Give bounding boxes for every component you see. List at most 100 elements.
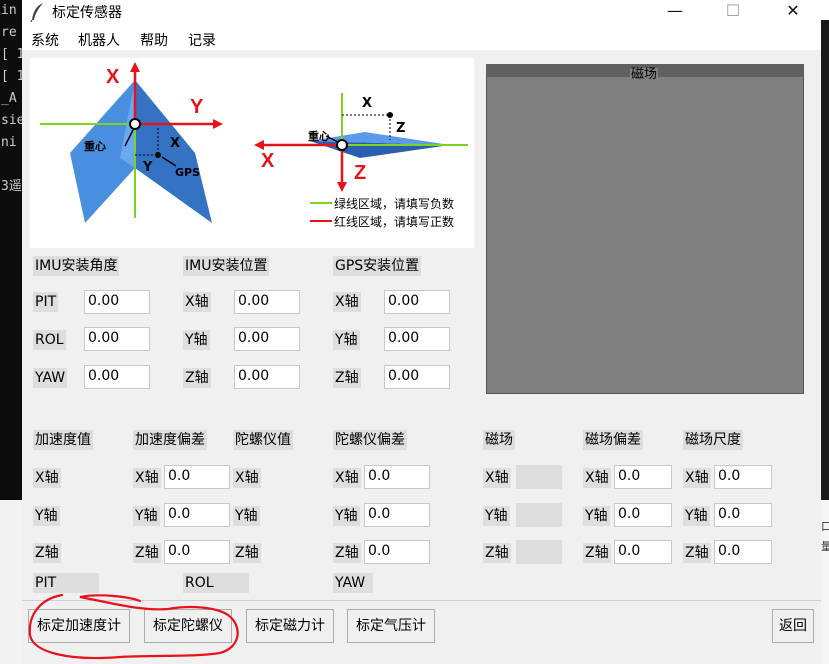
gyro-value-label-z: Z轴: [233, 543, 261, 563]
imu-position-header: IMU安装位置: [183, 256, 270, 276]
mag-value-x-readout: [516, 465, 562, 489]
mag-bias-label-y: Y轴: [583, 506, 610, 526]
mag-scale-x-input[interactable]: 0.0: [714, 465, 772, 489]
mag-bias-z-input[interactable]: 0.0: [614, 540, 672, 564]
legend-green-text: 绿线区域，请填写负数: [334, 197, 455, 211]
terminal-line: [ 19: [1, 69, 22, 84]
gps-position-header: GPS安装位置: [333, 256, 422, 276]
terminal-line: re: [1, 25, 17, 40]
calibrate-magnetometer-button[interactable]: 标定磁力计: [246, 609, 334, 643]
magnetic-field-panel-title: 磁场: [630, 67, 659, 82]
mag-scale-label-x: X轴: [683, 468, 711, 488]
menu-help[interactable]: 帮助: [140, 30, 168, 50]
gps-position-z-input[interactable]: 0.00: [384, 365, 450, 389]
accel-bias-label-y: Y轴: [133, 506, 160, 526]
accel-value-header: 加速度值: [33, 430, 93, 450]
minimize-button[interactable]: —: [652, 0, 698, 24]
imu-angle-rol-input[interactable]: 0.00: [84, 327, 150, 351]
gyro-bias-y-input[interactable]: 0.0: [364, 503, 430, 527]
terminal-line: ni: [1, 135, 17, 150]
accel-bias-x-input[interactable]: 0.0: [164, 465, 230, 489]
imu-position-x-input[interactable]: 0.00: [234, 290, 300, 314]
imu-position-label-z: Z轴: [183, 368, 211, 388]
menu-robot[interactable]: 机器人: [78, 30, 120, 50]
terminal-line: 3遥: [1, 179, 22, 194]
red-annotation-scribble: [28, 593, 239, 660]
calibrate-barometer-button[interactable]: 标定气压计: [347, 609, 435, 643]
window-title: 标定传感器: [52, 5, 122, 21]
mag-scale-z-input[interactable]: 0.0: [714, 540, 772, 564]
background-window-right: 口 量: [821, 500, 829, 664]
axis-z-label: Z: [354, 162, 367, 184]
mag-value-label-x: X轴: [483, 468, 511, 488]
gyro-value-label-x: X轴: [233, 468, 261, 488]
terminal-line: [ 1: [1, 47, 22, 62]
gps-position-y-input[interactable]: 0.00: [384, 327, 450, 351]
gps-position-label-x: X轴: [333, 292, 361, 312]
side-center-label: 重心: [308, 130, 330, 143]
magnetic-field-panel: [486, 64, 804, 394]
menu-system[interactable]: 系统: [31, 30, 59, 50]
imu-position-label-y: Y轴: [183, 330, 210, 350]
feather-icon: [30, 3, 43, 22]
axis-x-label: X: [106, 66, 120, 88]
imu-angle-pit-input[interactable]: 0.00: [84, 290, 150, 314]
mag-scale-label-y: Y轴: [683, 506, 710, 526]
background-window-edge: [821, 20, 829, 500]
gyro-bias-z-input[interactable]: 0.0: [364, 540, 430, 564]
accel-bias-z-input[interactable]: 0.0: [164, 540, 230, 564]
imu-angle-label-pit: PIT: [33, 292, 59, 312]
side-offset-x-label: X: [362, 96, 373, 111]
accel-value-label-y: Y轴: [33, 506, 60, 526]
title-bar: [22, 0, 821, 26]
imu-position-label-x: X轴: [183, 292, 211, 312]
right-edge-text: 量: [821, 540, 829, 553]
close-button[interactable]: ✕: [770, 0, 816, 24]
gps-offset-x-label: X: [170, 136, 181, 151]
side-offset-z-label: Z: [396, 121, 406, 136]
imu-angle-header: IMU安装角度: [33, 256, 120, 276]
imu-position-y-input[interactable]: 0.00: [234, 327, 300, 351]
background-window: [0, 500, 22, 664]
menu-log[interactable]: 记录: [188, 30, 216, 50]
mag-bias-x-input[interactable]: 0.0: [614, 465, 672, 489]
mag-value-header: 磁场: [483, 430, 515, 450]
imu-angle-label-rol: ROL: [33, 330, 66, 350]
gyro-bias-label-x: X轴: [333, 468, 361, 488]
mag-value-y-readout: [516, 503, 562, 527]
gyro-value-label-y: Y轴: [233, 506, 260, 526]
imu-position-z-input[interactable]: 0.00: [234, 365, 300, 389]
gps-position-x-input[interactable]: 0.00: [384, 290, 450, 314]
right-edge-text: 口: [821, 520, 829, 533]
accel-bias-label-z: Z轴: [133, 543, 161, 563]
mag-bias-header: 磁场偏差: [583, 430, 643, 450]
center-of-gravity-label: 重心: [84, 140, 106, 153]
imu-angle-yaw-input[interactable]: 0.00: [84, 365, 150, 389]
back-button[interactable]: 返回: [772, 609, 814, 643]
axis-y-label: Y: [190, 96, 204, 118]
terminal-line: sie: [1, 113, 22, 128]
gyro-bias-label-y: Y轴: [333, 506, 360, 526]
accel-bias-header: 加速度偏差: [133, 430, 207, 450]
gyro-bias-x-input[interactable]: 0.0: [364, 465, 430, 489]
gps-position-label-y: Y轴: [333, 330, 360, 350]
mag-value-z-readout: [516, 540, 562, 564]
maximize-button[interactable]: ☐: [710, 0, 756, 24]
side-axis-x-label: X: [261, 150, 275, 172]
terminal-line: in: [1, 3, 17, 18]
mag-bias-y-input[interactable]: 0.0: [614, 503, 672, 527]
background-terminal: in re [ 1 [ 19 _A sie ni 3遥: [0, 0, 22, 500]
gyro-bias-header: 陀螺仪偏差: [333, 430, 407, 450]
mag-scale-header: 磁场尺度: [683, 430, 743, 450]
installation-diagram: X Y 重心 X Y GPS X Z X Z 重心 绿线区域，请填写负数 红线区…: [30, 58, 474, 248]
terminal-line: _A: [1, 91, 17, 106]
accel-bias-label-x: X轴: [133, 468, 161, 488]
gps-position-label-z: Z轴: [333, 368, 361, 388]
gyro-bias-label-z: Z轴: [333, 543, 361, 563]
gps-offset-y-label: Y: [143, 160, 153, 175]
accel-value-label-x: X轴: [33, 468, 61, 488]
accel-value-label-z: Z轴: [33, 543, 61, 563]
mag-scale-y-input[interactable]: 0.0: [714, 503, 772, 527]
accel-bias-y-input[interactable]: 0.0: [164, 503, 230, 527]
